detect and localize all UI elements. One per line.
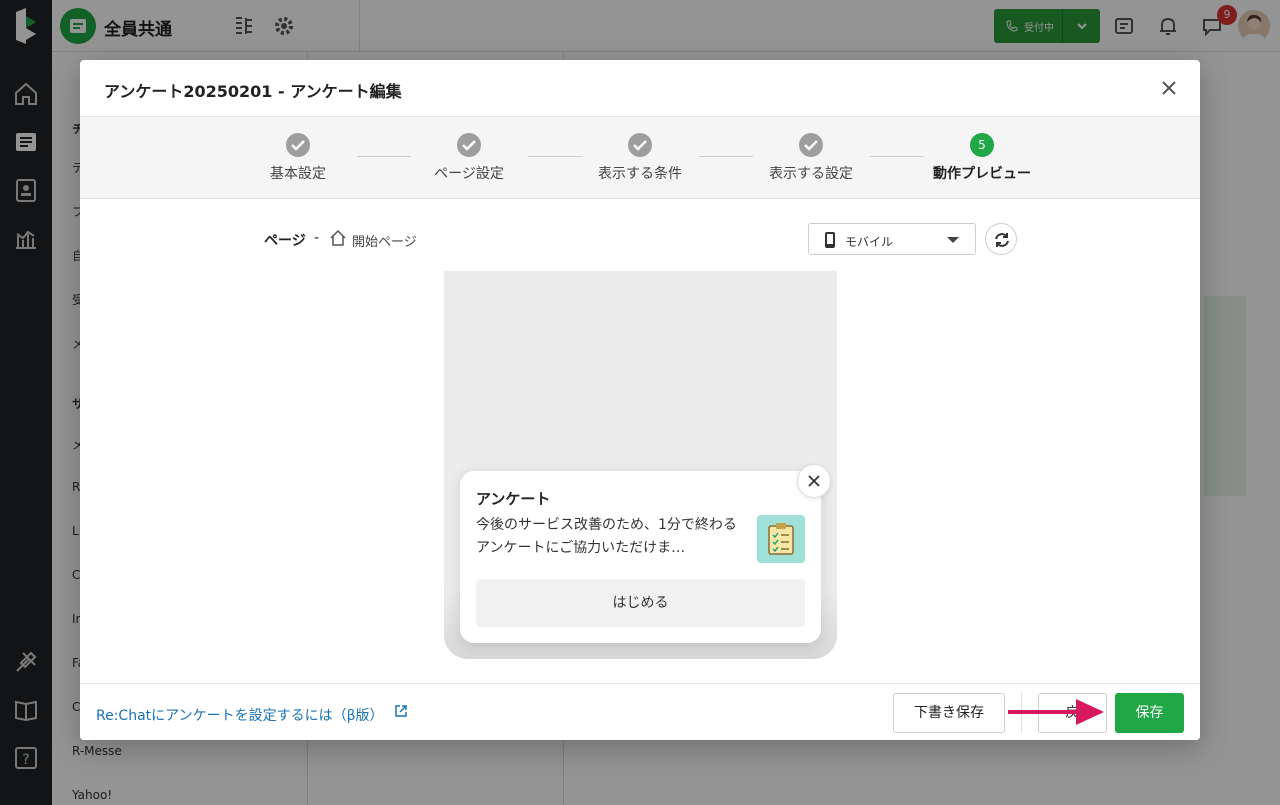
home-icon [330, 229, 346, 246]
refresh-button[interactable] [985, 223, 1017, 255]
step-basic-settings[interactable]: 基本設定 [238, 117, 358, 200]
modal-header: アンケート20250201 - アンケート編集 [80, 60, 1200, 116]
step-connector [699, 156, 753, 157]
check-icon [286, 133, 310, 157]
mobile-preview-frame: アンケート 今後のサービス改善のため、1分で終わるアンケートにご協力いただけま…… [444, 271, 837, 659]
refresh-icon [995, 233, 1009, 247]
step-connector [528, 156, 582, 157]
popup-title: アンケート [476, 490, 551, 508]
device-select-value: モバイル [845, 235, 894, 249]
clipboard-checklist-icon [757, 515, 805, 563]
annotation-arrow-icon [1008, 699, 1104, 725]
step-page-settings[interactable]: ページ設定 [409, 117, 529, 200]
caret-down-icon [947, 237, 959, 243]
check-icon [457, 133, 481, 157]
step-preview[interactable]: 5 動作プレビュー [922, 117, 1042, 200]
step-label: 動作プレビュー [933, 166, 1031, 182]
step-number: 5 [970, 133, 994, 157]
save-button[interactable]: 保存 [1115, 693, 1184, 733]
step-label: ページ設定 [434, 166, 504, 182]
close-icon [808, 475, 820, 487]
page-label: ページ [264, 233, 306, 249]
start-survey-button[interactable]: はじめる [476, 579, 805, 627]
help-link[interactable]: Re:Chatにアンケートを設定するには（β版） [96, 705, 384, 725]
popup-body: 今後のサービス改善のため、1分で終わるアンケートにご協力いただけま… [476, 517, 737, 556]
step-display-conditions[interactable]: 表示する条件 [580, 117, 700, 200]
survey-popup: アンケート 今後のサービス改善のため、1分で終わるアンケートにご協力いただけま…… [460, 471, 821, 643]
page-name[interactable]: 開始ページ [352, 231, 417, 250]
modal-title: アンケート20250201 - アンケート編集 [104, 82, 402, 101]
close-icon[interactable] [1160, 79, 1178, 97]
external-link-icon[interactable] [394, 704, 408, 718]
device-select[interactable]: モバイル [808, 223, 976, 255]
preview-content: ページ - 開始ページ モバイル アンケート 今後のサービス改善のため、1分で終… [80, 199, 1200, 683]
page-separator: - [314, 230, 320, 246]
popup-close-button[interactable] [797, 464, 831, 498]
step-display-settings[interactable]: 表示する設定 [751, 117, 871, 200]
survey-edit-modal: アンケート20250201 - アンケート編集 基本設定 ページ設定 表示する条… [80, 60, 1200, 740]
step-label: 基本設定 [270, 166, 326, 182]
step-label: 表示する条件 [598, 166, 682, 182]
smartphone-icon [825, 232, 835, 248]
step-connector [870, 156, 924, 157]
step-label: 表示する設定 [769, 166, 853, 182]
stepper: 基本設定 ページ設定 表示する条件 表示する設定 5 動作プレビュー [80, 116, 1200, 199]
save-draft-button[interactable]: 下書き保存 [893, 693, 1005, 733]
step-connector [357, 156, 411, 157]
check-icon [628, 133, 652, 157]
check-icon [799, 133, 823, 157]
